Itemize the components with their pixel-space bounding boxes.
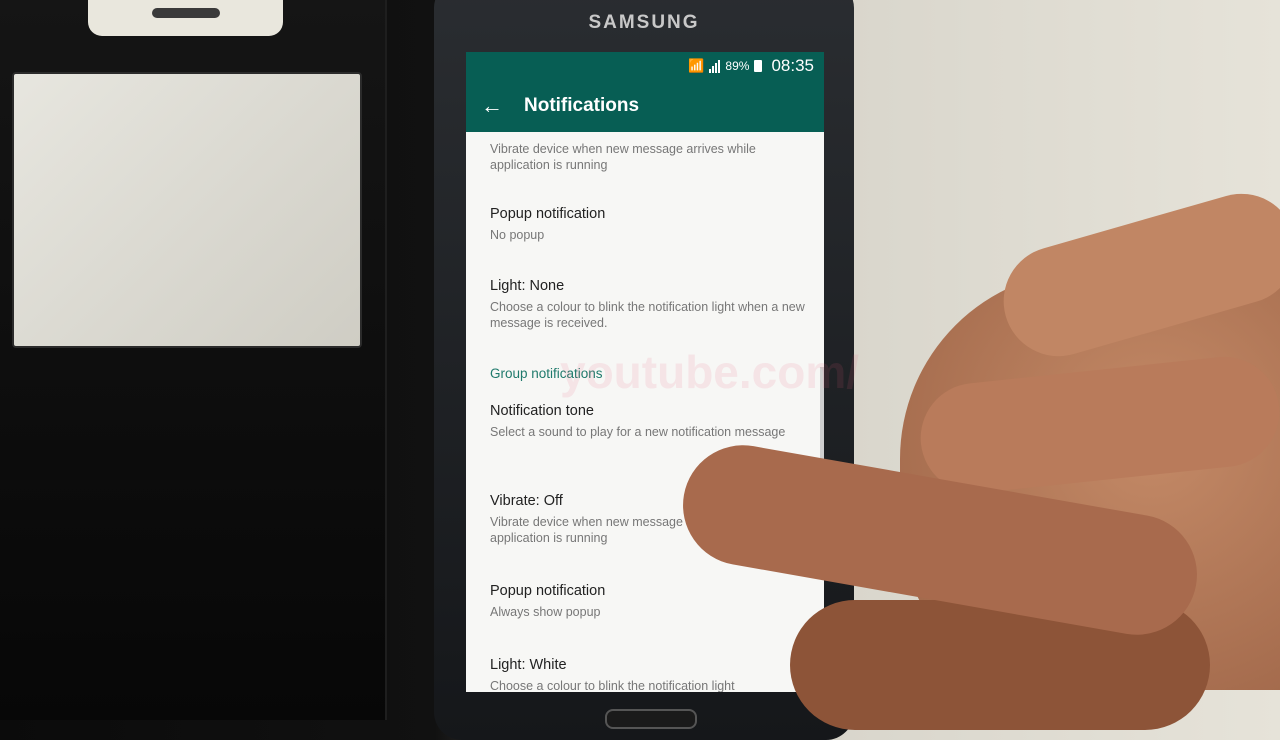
battery-icon xyxy=(754,60,763,72)
scrollbar[interactable] xyxy=(820,367,824,547)
item-summary: Always show popup xyxy=(490,605,601,619)
item-title: Popup notification xyxy=(490,583,606,599)
item-summary: Vibrate device when new message arrives … xyxy=(490,142,756,172)
group-notification-tone-item[interactable]: Notification tone Select a sound to play… xyxy=(490,401,806,440)
battery-percent: 89% xyxy=(725,59,750,73)
item-title: Vibrate: Off xyxy=(490,493,563,509)
group-light-item[interactable]: Light: White Choose a colour to blink th… xyxy=(490,655,806,692)
item-title: Notification tone xyxy=(490,403,594,419)
phone-screen: 📶 89% 08:35 ← Notifications Vibrate devi… xyxy=(466,52,824,692)
item-summary: Choose a colour to blink the notificatio… xyxy=(490,679,735,692)
hand-palm xyxy=(900,270,1280,690)
item-title: Light: White xyxy=(490,657,567,673)
signal-icon xyxy=(709,59,721,73)
home-button[interactable] xyxy=(605,709,697,729)
light-item[interactable]: Light: None Choose a colour to blink the… xyxy=(490,276,806,331)
item-summary: No popup xyxy=(490,228,545,242)
item-summary: Choose a colour to blink the notificatio… xyxy=(490,300,805,330)
brand-logo: SAMSUNG xyxy=(588,12,700,33)
group-notifications-header: Group notifications xyxy=(490,366,603,381)
status-bar: 📶 89% 08:35 xyxy=(466,52,824,80)
vibrate-message-item-partial[interactable]: Vibrate device when new message arrives … xyxy=(490,138,806,173)
page-title: Notifications xyxy=(524,95,640,116)
cover-window xyxy=(12,72,362,348)
group-popup-notification-item[interactable]: Popup notification Always show popup xyxy=(490,581,806,620)
back-arrow-icon[interactable]: ← xyxy=(466,80,518,132)
group-vibrate-item[interactable]: Vibrate: Off Vibrate device when new mes… xyxy=(490,491,806,546)
item-title: Popup notification xyxy=(490,206,606,222)
item-summary: Vibrate device when new message arrives … xyxy=(490,515,756,545)
popup-notification-item[interactable]: Popup notification No popup xyxy=(490,204,806,243)
hand-finger xyxy=(990,180,1280,370)
item-title: Light: None xyxy=(490,278,565,294)
cover-clip xyxy=(88,0,283,36)
phone-flip-cover xyxy=(0,0,387,720)
clock: 08:35 xyxy=(771,56,814,75)
wifi-icon: 📶 xyxy=(688,58,705,73)
app-bar: ← Notifications xyxy=(466,80,824,132)
hand-finger xyxy=(915,351,1280,499)
item-summary: Select a sound to play for a new notific… xyxy=(490,425,786,439)
